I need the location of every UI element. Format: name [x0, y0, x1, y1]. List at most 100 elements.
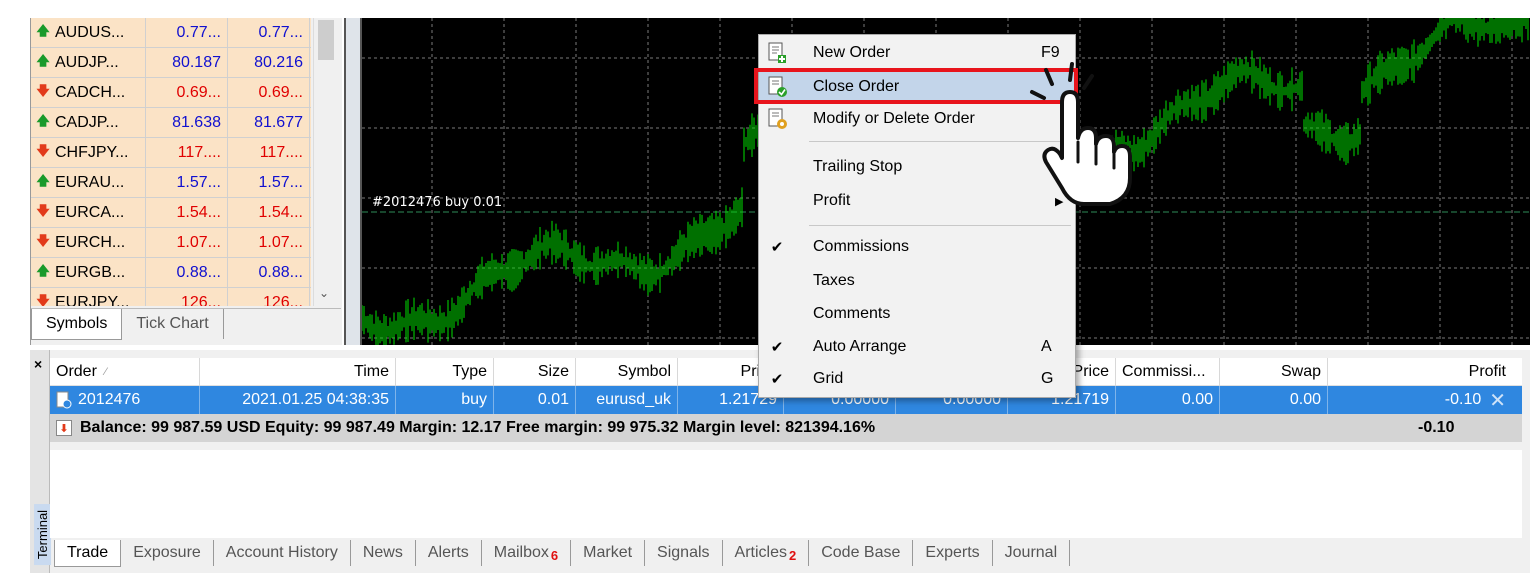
market-watch-row[interactable]: 🡇 EURCH... 1.07... 1.07...: [31, 228, 311, 258]
ask-price: 1.57...: [228, 168, 310, 197]
tab-experts[interactable]: Experts: [913, 540, 993, 566]
column-header-swap[interactable]: Swap: [1220, 357, 1328, 386]
column-header-time[interactable]: Time: [200, 357, 396, 386]
ask-price: 0.88...: [228, 258, 310, 287]
column-header-symbol[interactable]: Symbol: [576, 357, 678, 386]
menu-item-label: Comments: [813, 305, 891, 322]
menu-item-comments[interactable]: Comments: [759, 298, 1075, 330]
tab-account-history[interactable]: Account History: [214, 540, 351, 566]
market-watch-row[interactable]: 🡅 EURAU... 1.57... 1.57...: [31, 168, 311, 198]
chevron-down-icon[interactable]: ⌄: [319, 286, 329, 300]
menu-item-grid[interactable]: ✔ Grid G: [759, 363, 1075, 395]
tab-label: Code Base: [821, 544, 901, 561]
tab-articles[interactable]: Articles 2: [723, 540, 810, 566]
order-cell: 2012476: [50, 386, 200, 414]
symbol-name: AUDJP...: [55, 53, 119, 71]
column-header-type[interactable]: Type: [396, 357, 494, 386]
tab-symbols[interactable]: Symbols: [31, 309, 123, 340]
ask-price: 0.69...: [228, 78, 310, 107]
order-swap: 0.00: [1220, 386, 1328, 414]
order-symbol: eurusd_uk: [576, 386, 678, 414]
arrow-up-icon: 🡅: [36, 112, 50, 128]
menu-item-commissions[interactable]: ✔ Commissions: [759, 231, 1075, 263]
bid-price: 1.57...: [146, 168, 228, 197]
tab-alerts[interactable]: Alerts: [416, 540, 482, 566]
checkmark-icon: ✔: [770, 239, 784, 256]
tab-label: Experts: [925, 544, 980, 561]
order-line-label: #2012476 buy 0.01: [372, 195, 503, 210]
symbol-cell: 🡅 AUDJP...: [31, 48, 146, 77]
menu-item-taxes[interactable]: Taxes: [759, 265, 1075, 297]
terminal-side-bar: × Terminal: [30, 350, 52, 573]
order-size: 0.01: [494, 386, 576, 414]
bid-price: 0.88...: [146, 258, 228, 287]
symbol-name: CADCH...: [55, 83, 126, 101]
menu-item-label: Commissions: [813, 238, 910, 255]
market-watch-row[interactable]: 🡅 EURGB... 0.88... 0.88...: [31, 258, 311, 288]
close-icon[interactable]: ×: [34, 356, 42, 372]
tab-mailbox[interactable]: Mailbox 6: [482, 540, 572, 566]
order-commission: 0.00: [1116, 386, 1220, 414]
market-watch-scrollbar[interactable]: ⌄: [313, 18, 337, 306]
menu-item-label: Trailing Stop: [813, 158, 903, 175]
tab-badge: 2: [788, 548, 797, 563]
ask-price: 117....: [228, 138, 310, 167]
tab-code-base[interactable]: Code Base: [809, 540, 914, 566]
ask-price: 1.07...: [228, 228, 310, 257]
menu-item-auto-arrange[interactable]: ✔ Auto Arrange A: [759, 331, 1075, 363]
market-watch-row[interactable]: 🡅 AUDJP... 80.187 80.216: [31, 48, 311, 78]
tab-signals[interactable]: Signals: [645, 540, 723, 566]
bid-price: 81.638: [146, 108, 228, 137]
tab-exposure[interactable]: Exposure: [121, 540, 214, 566]
checkmark-icon: ✔: [770, 339, 784, 356]
order-type: buy: [396, 386, 494, 414]
column-header-order[interactable]: Order ⁄: [50, 357, 200, 386]
bid-price: 0.77...: [146, 18, 228, 47]
tab-label: Journal: [1004, 544, 1058, 561]
market-watch-row[interactable]: 🡅 CADJP... 81.638 81.677: [31, 108, 311, 138]
market-watch-list: 🡅 AUDUS... 0.77... 0.77... 🡅 AUDJP... 80.187 80…: [31, 18, 311, 306]
order-icon: [56, 391, 72, 409]
bid-price: 117....: [146, 138, 228, 167]
market-watch-row[interactable]: 🡇 CADCH... 0.69... 0.69...: [31, 78, 311, 108]
panel-splitter[interactable]: [344, 18, 362, 345]
arrow-down-icon: 🡇: [36, 142, 50, 158]
market-watch-panel: 🡅 AUDUS... 0.77... 0.77... 🡅 AUDJP... 80.187 80…: [30, 18, 342, 345]
market-watch-row[interactable]: 🡇 EURJPY... 126... 126...: [31, 288, 311, 306]
bid-price: 0.69...: [146, 78, 228, 107]
market-watch-row[interactable]: 🡅 AUDUS... 0.77... 0.77...: [31, 18, 311, 48]
menu-item-label: Modify or Delete Order: [813, 110, 975, 127]
tab-news[interactable]: News: [351, 540, 416, 566]
ask-price: 1.54...: [228, 198, 310, 227]
menu-item-label: Taxes: [813, 272, 855, 289]
ask-price: 81.677: [228, 108, 310, 137]
arrow-up-icon: 🡅: [36, 22, 50, 38]
terminal-empty-area: [50, 450, 1522, 538]
column-header-profit[interactable]: Profit: [1328, 358, 1512, 386]
menu-item-shortcut: G: [1041, 370, 1054, 387]
new-order-icon: [765, 41, 789, 65]
tab-badge: 6: [550, 548, 559, 563]
column-header-commission[interactable]: Commissi...: [1116, 357, 1220, 386]
market-watch-row[interactable]: 🡇 EURCA... 1.54... 1.54...: [31, 198, 311, 228]
tab-market[interactable]: Market: [571, 540, 646, 566]
market-watch-row[interactable]: 🡇 CHFJPY... 117.... 117....: [31, 138, 311, 168]
tab-journal[interactable]: Journal: [993, 540, 1071, 566]
ask-price: 0.77...: [228, 18, 310, 47]
symbol-name: AUDUS...: [55, 23, 125, 41]
menu-item-label: Auto Arrange: [813, 338, 907, 355]
tab-label: News: [362, 544, 403, 561]
menu-item-shortcut: A: [1041, 338, 1052, 355]
bid-price: 80.187: [146, 48, 228, 77]
symbol-name: EURJPY...: [55, 293, 130, 307]
scrollbar-thumb[interactable]: [318, 20, 334, 60]
tab-tick-chart[interactable]: Tick Chart: [122, 309, 224, 339]
column-header-size[interactable]: Size: [494, 357, 576, 386]
close-position-icon[interactable]: ✕: [1489, 388, 1506, 413]
order-time: 2021.01.25 04:38:35: [200, 386, 396, 414]
tab-label: Account History: [225, 544, 338, 561]
balance-icon: ⬇: [56, 420, 72, 436]
balance-cell: ⬇ Balance: 99 987.59 USD Equity: 99 987.…: [50, 414, 1338, 442]
balance-row: ⬇ Balance: 99 987.59 USD Equity: 99 987.…: [50, 414, 1522, 442]
tab-trade[interactable]: Trade: [54, 539, 122, 567]
